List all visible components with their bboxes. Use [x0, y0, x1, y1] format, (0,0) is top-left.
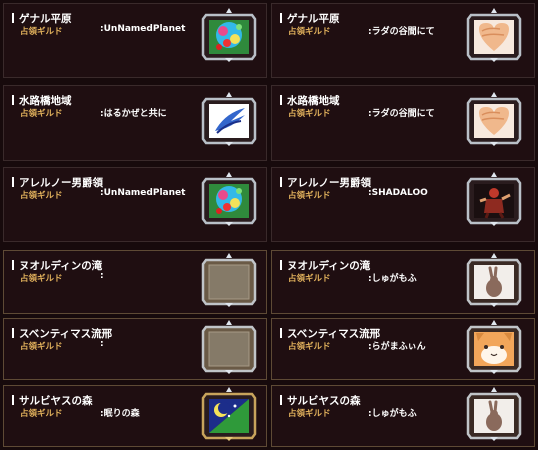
area-name: 水路橋地域	[287, 95, 340, 107]
guild-name: ラダの谷間にて	[371, 109, 435, 119]
occupying-guild-label: 占領ギルド	[288, 27, 331, 37]
guild-name: 眠りの森	[103, 409, 140, 419]
area-name: スベンティマス流邢	[19, 328, 113, 340]
area-name: ヌオルディンの滝	[287, 260, 371, 272]
territory-cell-nuordin-left: ヌオルディンの滝 占領ギルド :	[3, 250, 267, 314]
moon-emblem-icon[interactable]	[201, 386, 257, 444]
cat-emblem-icon[interactable]	[466, 319, 522, 377]
territory-cell-salvias-left: サルビヤスの森 占領ギルド :眠りの森	[3, 385, 267, 447]
area-name: ヌオルディンの滝	[19, 260, 103, 272]
guild-name: はるかぜと共に	[103, 109, 167, 119]
occupying-guild-label: 占領ギルド	[20, 109, 63, 119]
territory-cell-suiro-left: 水路橋地域 占領ギルド :はるかぜと共に	[3, 85, 267, 161]
occupying-guild-label: 占領ギルド	[20, 409, 63, 419]
heart-emblem-icon[interactable]	[466, 7, 522, 65]
rabbit-emblem-icon[interactable]	[466, 386, 522, 444]
heart-emblem-icon[interactable]	[466, 91, 522, 149]
occupying-guild-label: 占領ギルド	[20, 191, 63, 201]
territory-cell-salvias-right: サルビヤスの森 占領ギルド :しゅがもふ	[271, 385, 535, 447]
occupying-guild-label: 占領ギルド	[20, 274, 63, 284]
territory-cell-genal-left: ゲナル平原 占領ギルド :UnNamedPlanet	[3, 3, 267, 78]
occupying-guild-label: 占領ギルド	[20, 27, 63, 37]
territory-cell-nuordin-right: ヌオルディンの滝 占領ギルド :しゅがもふ	[271, 250, 535, 314]
rabbit-emblem-icon[interactable]	[466, 252, 522, 310]
territory-cell-arelno-left: アレルノー男爵領 占領ギルド :UnNamedPlanet	[3, 167, 267, 242]
occupying-guild-label: 占領ギルド	[288, 109, 331, 119]
occupying-guild-label: 占領ギルド	[288, 191, 331, 201]
guild-name: UnNamedPlanet	[103, 24, 186, 34]
planet-emblem-icon[interactable]	[201, 171, 257, 229]
guild-name: ラダの谷間にて	[371, 27, 435, 37]
territory-cell-genal-right: ゲナル平原 占領ギルド :ラダの谷間にて	[271, 3, 535, 78]
guild-name: しゅがもふ	[371, 274, 417, 284]
area-name: ゲナル平原	[19, 13, 72, 25]
occupying-guild-label: 占領ギルド	[288, 274, 331, 284]
territory-cell-suiro-right: 水路橋地域 占領ギルド :ラダの谷間にて	[271, 85, 535, 161]
area-name: サルビヤスの森	[287, 395, 361, 407]
territory-cell-sbentimas-left: スベンティマス流邢 占領ギルド :	[3, 318, 267, 380]
area-name: スベンティマス流邢	[287, 328, 381, 340]
area-name: サルビヤスの森	[19, 395, 93, 407]
guild-name: SHADALOO	[371, 188, 428, 198]
guild-name: らがまふぃん	[371, 342, 426, 352]
area-name: 水路橋地域	[19, 95, 72, 107]
area-name: アレルノー男爵領	[287, 177, 371, 189]
planet-emblem-icon[interactable]	[201, 7, 257, 65]
guild-name: しゅがもふ	[371, 409, 417, 419]
fighter-emblem-icon[interactable]	[466, 171, 522, 229]
occupying-guild-label: 占領ギルド	[288, 342, 331, 352]
territory-cell-sbentimas-right: スベンティマス流邢 占領ギルド :らがまふぃん	[271, 318, 535, 380]
territory-cell-arelno-right: アレルノー男爵領 占領ギルド :SHADALOO	[271, 167, 535, 242]
area-name: アレルノー男爵領	[19, 177, 103, 189]
empty-emblem-icon[interactable]	[201, 252, 257, 310]
area-name: ゲナル平原	[287, 13, 340, 25]
occupying-guild-label: 占領ギルド	[288, 409, 331, 419]
empty-emblem-icon[interactable]	[201, 319, 257, 377]
wing-emblem-icon[interactable]	[201, 91, 257, 149]
guild-name: UnNamedPlanet	[103, 188, 186, 198]
occupying-guild-label: 占領ギルド	[20, 342, 63, 352]
